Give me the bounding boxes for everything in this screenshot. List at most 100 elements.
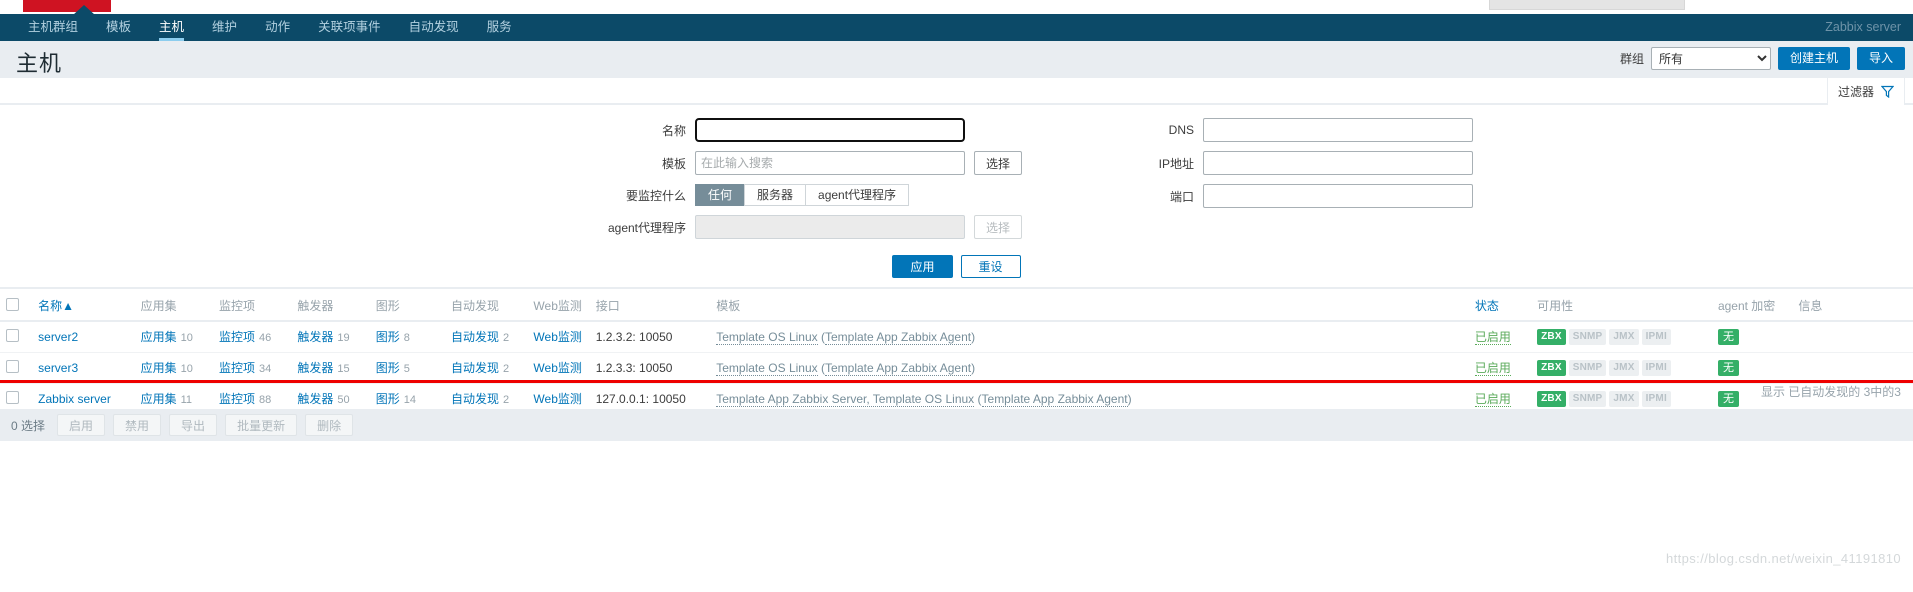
nav-item-correlation[interactable]: 关联项事件 xyxy=(304,14,395,41)
table-footer-actions: 0 选择 启用 禁用 导出 批量更新 删除 xyxy=(0,409,1913,441)
availability-cell: ZBX SNMP JMX IPMI xyxy=(1531,352,1712,384)
items-cell: 监控项 46 xyxy=(212,321,292,353)
discovery-link[interactable]: 自动发现 xyxy=(451,361,499,375)
discovery-link[interactable]: 自动发现 xyxy=(451,392,499,406)
monitored-by-option-proxy[interactable]: agent代理程序 xyxy=(805,184,910,206)
encryption-badge: 无 xyxy=(1717,359,1739,376)
header-controls: 群组 所有 创建主机 导入 xyxy=(1620,47,1905,70)
filter-row-ip: IP地址 xyxy=(1134,151,1474,175)
filter-row-dns: DNS xyxy=(1134,118,1474,142)
graphs-link[interactable]: 图形 xyxy=(376,361,400,375)
host-name-link[interactable]: server2 xyxy=(38,330,78,344)
nested-template-link[interactable]: Template App Zabbix Agent xyxy=(824,329,972,345)
monitored-by-option-any[interactable]: 任何 xyxy=(695,184,745,206)
nav-item-label: 服务 xyxy=(486,20,512,34)
table-row-count: 显示 已自动发现的 3中的3 xyxy=(1760,385,1901,399)
nav-item-templates[interactable]: 模板 xyxy=(92,14,145,41)
status-badge[interactable]: 已启用 xyxy=(1474,392,1511,407)
triggers-link[interactable]: 触发器 xyxy=(297,330,333,344)
annotation-underline xyxy=(0,380,1913,383)
discovery-cell: 自动发现 2 xyxy=(445,352,528,384)
web-link[interactable]: Web监测 xyxy=(533,330,581,344)
proxy-field-label: agent代理程序 xyxy=(607,220,686,235)
web-cell: Web监测 xyxy=(527,352,590,384)
discovery-count: 2 xyxy=(503,394,510,406)
column-header-items: 监控项 xyxy=(212,291,292,322)
nav-item-hosts[interactable]: 主机 xyxy=(145,14,198,41)
reset-button[interactable]: 重设 xyxy=(960,255,1021,278)
availability-badge-ipmi: IPMI xyxy=(1641,359,1671,376)
apply-button[interactable]: 应用 xyxy=(892,255,953,278)
import-button[interactable]: 导入 xyxy=(1856,47,1905,70)
status-badge[interactable]: 已启用 xyxy=(1474,330,1511,346)
graphs-count: 8 xyxy=(403,332,410,345)
column-header-status[interactable]: 状态 xyxy=(1468,291,1532,322)
filter-panel: 名称 模板 选择 要监控什么 任何 服务器 agent代理程序 agent代理程… xyxy=(0,105,1913,289)
group-filter-select[interactable]: 所有 xyxy=(1650,47,1771,70)
template-filter-input[interactable] xyxy=(695,151,965,175)
navbar-items: 主机群组 模板 主机 维护 动作 关联项事件 自动发现 服务 xyxy=(14,14,526,41)
applications-link[interactable]: 应用集 xyxy=(141,330,177,344)
filter-funnel-icon xyxy=(1881,85,1894,98)
availability-badge-jmx: JMX xyxy=(1609,359,1639,376)
triggers-count: 50 xyxy=(337,394,350,406)
table-row: server2 应用集 10 监控项 46 触发器 19 图形 8 自动发现 2 Web监… xyxy=(0,321,1913,353)
port-filter-input[interactable] xyxy=(1203,184,1474,208)
triggers-link[interactable]: 触发器 xyxy=(297,392,333,406)
web-link[interactable]: Web监测 xyxy=(533,361,581,375)
nav-item-label: 模板 xyxy=(106,20,132,34)
hosts-table: 名称▲ 应用集 监控项 触发器 图形 自动发现 Web监测 接口 模板 状态 可… xyxy=(0,291,1913,415)
nav-item-maintenance[interactable]: 维护 xyxy=(198,14,251,41)
applications-link[interactable]: 应用集 xyxy=(141,361,177,375)
nav-item-label: 关联项事件 xyxy=(318,20,381,34)
column-header-name[interactable]: 名称▲ xyxy=(32,291,135,322)
template-link[interactable]: Template App Zabbix Server, Template OS … xyxy=(716,391,975,407)
row-checkbox[interactable] xyxy=(6,390,19,404)
nav-item-discovery[interactable]: 自动发现 xyxy=(395,14,473,41)
filter-tab[interactable]: 过滤器 xyxy=(1826,78,1905,105)
template-link[interactable]: Template OS Linux xyxy=(716,329,818,345)
host-name-link[interactable]: Zabbix server xyxy=(38,392,111,406)
row-checkbox[interactable] xyxy=(6,328,19,342)
nav-item-label: 主机 xyxy=(159,20,185,34)
applications-link[interactable]: 应用集 xyxy=(141,392,177,406)
row-checkbox[interactable] xyxy=(6,359,19,373)
status-badge[interactable]: 已启用 xyxy=(1474,361,1511,376)
discovery-link[interactable]: 自动发现 xyxy=(451,330,499,344)
template-select-button[interactable]: 选择 xyxy=(974,151,1023,175)
nav-item-services[interactable]: 服务 xyxy=(473,14,526,41)
items-link[interactable]: 监控项 xyxy=(219,392,255,406)
graphs-link[interactable]: 图形 xyxy=(376,392,400,406)
nav-item-host-groups[interactable]: 主机群组 xyxy=(14,14,92,41)
template-link[interactable]: Template OS Linux xyxy=(716,360,818,376)
dns-filter-input[interactable] xyxy=(1203,118,1474,142)
select-all-checkbox[interactable] xyxy=(6,297,19,311)
ip-filter-input[interactable] xyxy=(1203,151,1474,175)
navbar-server-name: Zabbix server xyxy=(1825,20,1901,34)
nested-template-link[interactable]: Template App Zabbix Agent xyxy=(824,360,972,376)
discovery-count: 2 xyxy=(503,363,510,375)
triggers-link[interactable]: 触发器 xyxy=(297,361,333,375)
host-name-link[interactable]: server3 xyxy=(38,361,78,375)
column-header-templates: 模板 xyxy=(710,291,1469,322)
name-filter-input[interactable] xyxy=(694,117,966,143)
template-paren-open: ( xyxy=(817,360,825,375)
discovery-count: 2 xyxy=(503,332,510,345)
monitored-by-option-server[interactable]: 服务器 xyxy=(744,184,806,206)
delete-button: 删除 xyxy=(305,414,354,436)
interface-cell: 1.2.3.2: 10050 xyxy=(589,321,711,353)
nav-item-actions[interactable]: 动作 xyxy=(251,14,304,41)
items-link[interactable]: 监控项 xyxy=(219,361,255,375)
items-link[interactable]: 监控项 xyxy=(219,330,255,344)
create-host-button[interactable]: 创建主机 xyxy=(1777,47,1850,70)
column-header-label: 名称 xyxy=(38,299,63,313)
template-paren-open: ( xyxy=(817,329,825,344)
availability-badge-jmx: JMX xyxy=(1609,328,1639,345)
ip-field-label: IP地址 xyxy=(1158,156,1195,171)
browser-toolbar-field[interactable] xyxy=(1489,0,1685,10)
row-select-cell xyxy=(0,321,33,353)
graphs-link[interactable]: 图形 xyxy=(376,330,400,344)
triggers-count: 15 xyxy=(337,363,350,375)
web-link[interactable]: Web监测 xyxy=(533,392,581,406)
nested-template-link[interactable]: Template App Zabbix Agent xyxy=(981,391,1128,407)
